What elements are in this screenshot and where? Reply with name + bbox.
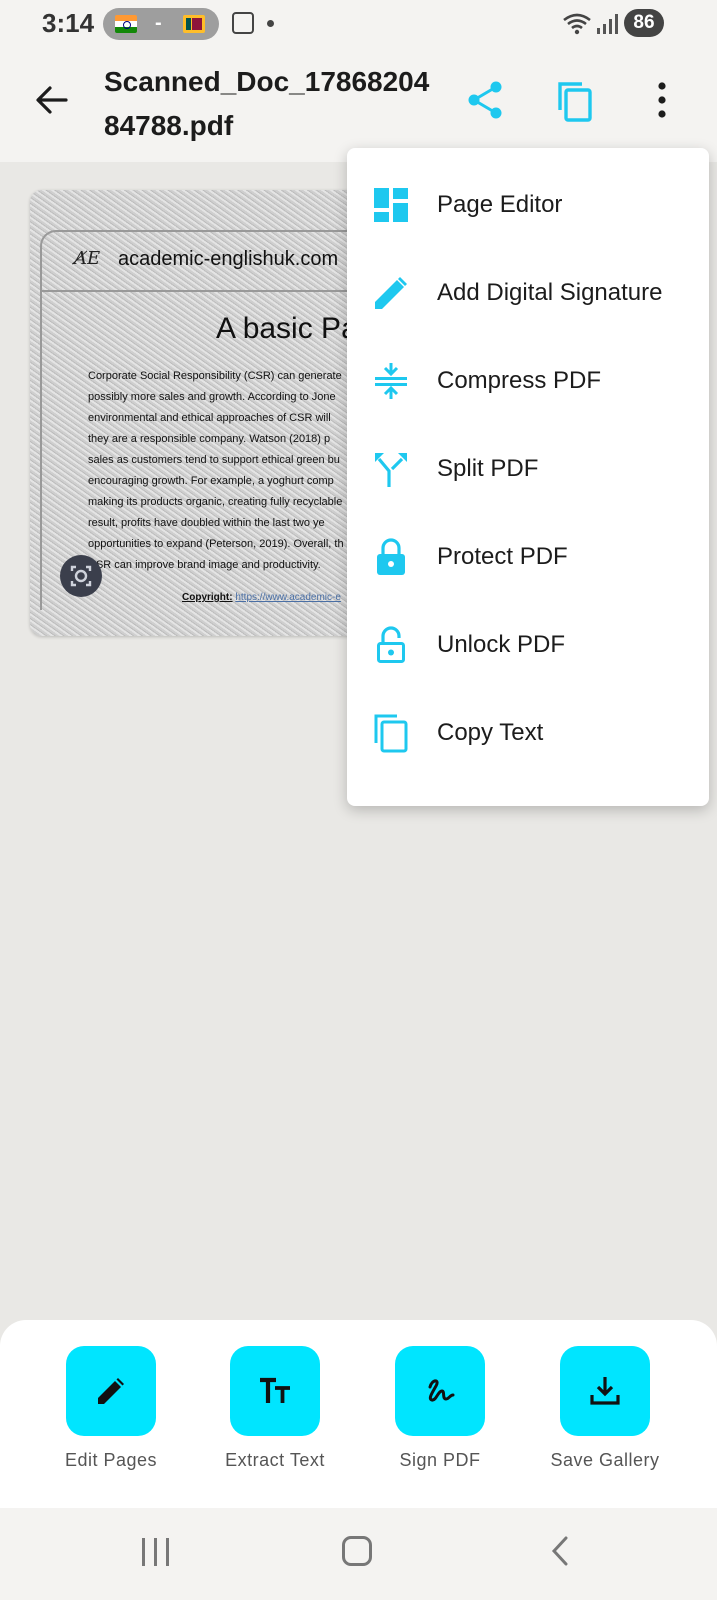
menu-item-split-pdf[interactable]: Split PDF xyxy=(347,424,709,514)
share-icon[interactable] xyxy=(464,78,508,122)
back-arrow-icon[interactable] xyxy=(30,78,74,122)
menu-item-page-editor[interactable]: Page Editor xyxy=(347,160,709,250)
compress-icon xyxy=(375,363,407,399)
top-app-bar: Scanned_Doc_1786820484788.pdf xyxy=(0,50,717,162)
extract-text-button[interactable] xyxy=(230,1346,320,1436)
document-divider xyxy=(40,290,370,292)
menu-label: Unlock PDF xyxy=(437,631,566,658)
page-editor-icon xyxy=(374,188,408,222)
document-logo: A̸E xyxy=(74,248,101,269)
menu-item-copy-text[interactable]: Copy Text xyxy=(347,688,709,778)
menu-item-compress-pdf[interactable]: Compress PDF xyxy=(347,336,709,426)
recents-icon[interactable] xyxy=(142,1538,172,1566)
document-line: CSR can improve brand image and producti… xyxy=(88,559,321,571)
system-nav-bar xyxy=(0,1508,717,1600)
overflow-menu: Page Editor Add Digital Signature Compre… xyxy=(347,148,709,806)
document-site: academic-englishuk.com xyxy=(118,248,339,270)
status-time: 3:14 xyxy=(42,8,95,38)
edit-pages-button[interactable] xyxy=(66,1346,156,1436)
document-line: sales as customers tend to support ethic… xyxy=(88,454,340,466)
screenshot-icon xyxy=(232,12,254,34)
sign-pdf-button[interactable] xyxy=(395,1346,485,1436)
copy-icon[interactable] xyxy=(552,78,596,122)
bottom-action-panel: Edit Pages Extract Text Sign PDF Save Ga… xyxy=(0,1320,717,1508)
document-line: they are a responsible company. Watson (… xyxy=(88,433,331,445)
lens-icon xyxy=(70,565,92,587)
menu-item-add-digital-signature[interactable]: Add Digital Signature xyxy=(347,248,709,338)
menu-label: Split PDF xyxy=(437,455,539,482)
menu-label: Page Editor xyxy=(437,191,563,218)
document-line: possibly more sales and growth. Accordin… xyxy=(88,391,336,403)
pencil-icon xyxy=(98,1378,124,1404)
sri-lanka-flag-icon xyxy=(183,15,205,33)
sign-pdf-action[interactable]: Sign PDF xyxy=(365,1346,515,1496)
copyright-label: Copyright: xyxy=(182,592,233,603)
pill-separator: - xyxy=(155,12,162,34)
home-icon[interactable] xyxy=(342,1536,372,1566)
edit-pages-action[interactable]: Edit Pages xyxy=(36,1346,186,1496)
document-line: opportunities to expand (Peterson, 2019)… xyxy=(88,538,344,550)
document-line: making its products organic, creating fu… xyxy=(88,496,343,508)
document-copyright: Copyright: https://www.academic-e xyxy=(182,592,341,603)
menu-item-unlock-pdf[interactable]: Unlock PDF xyxy=(347,600,709,690)
extract-text-action[interactable]: Extract Text xyxy=(200,1346,350,1496)
document-title: Scanned_Doc_1786820484788.pdf xyxy=(104,66,430,141)
wifi-icon xyxy=(563,13,591,35)
copy-icon xyxy=(374,714,408,753)
nav-back-icon[interactable] xyxy=(546,1536,576,1566)
text-format-icon xyxy=(260,1377,290,1403)
action-label: Extract Text xyxy=(225,1450,325,1470)
action-label: Save Gallery xyxy=(550,1450,660,1470)
document-line: environmental and ethical approaches of … xyxy=(88,412,331,424)
action-label: Sign PDF xyxy=(399,1450,481,1470)
save-gallery-action[interactable]: Save Gallery xyxy=(530,1346,680,1496)
document-line: encouraging growth. For example, a yoghu… xyxy=(88,475,334,487)
action-label: Edit Pages xyxy=(64,1450,158,1470)
signature-icon xyxy=(428,1379,455,1402)
signal-icon xyxy=(597,14,619,34)
split-icon xyxy=(375,453,407,487)
document-body: Corporate Social Responsibility (CSR) ca… xyxy=(88,366,370,576)
document-line: result, profits have doubled within the … xyxy=(88,517,325,529)
notification-dot-icon xyxy=(267,20,274,27)
download-icon xyxy=(590,1377,620,1405)
pencil-icon xyxy=(375,277,407,309)
more-options-icon[interactable] xyxy=(646,78,678,122)
menu-label: Protect PDF xyxy=(437,543,568,570)
copyright-link: https://www.academic-e xyxy=(235,592,341,603)
menu-item-protect-pdf[interactable]: Protect PDF xyxy=(347,512,709,602)
lens-scan-button[interactable] xyxy=(60,555,102,597)
menu-label: Copy Text xyxy=(437,719,544,746)
document-heading: A basic Pa xyxy=(216,312,358,345)
battery-level: 86 xyxy=(624,9,664,37)
menu-label: Add Digital Signature xyxy=(437,279,663,306)
vpn-pill: - xyxy=(103,8,219,40)
unlock-icon xyxy=(377,626,405,663)
menu-label: Compress PDF xyxy=(437,367,602,394)
india-flag-icon xyxy=(115,15,137,33)
document-line: Corporate Social Responsibility (CSR) ca… xyxy=(88,370,342,382)
status-bar: 3:14 - 86 xyxy=(0,0,717,50)
save-gallery-button[interactable] xyxy=(560,1346,650,1436)
lock-icon xyxy=(377,538,405,575)
